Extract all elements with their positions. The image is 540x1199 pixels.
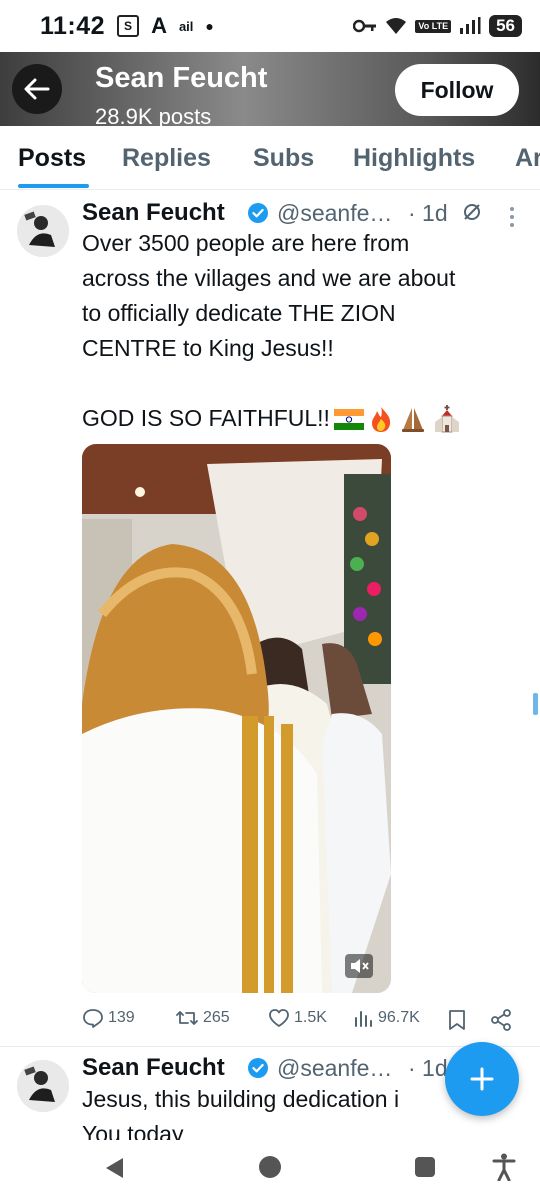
tweet-text-line: across the villages and we are about: [82, 265, 456, 291]
share-icon[interactable]: [490, 1009, 512, 1031]
back-button[interactable]: [12, 64, 62, 114]
verified-badge-icon: [248, 203, 268, 223]
tweet-author-handle[interactable]: @seanfe…: [277, 1055, 392, 1082]
follow-button[interactable]: Follow: [395, 64, 519, 116]
nav-recents-icon[interactable]: [414, 1156, 436, 1178]
bookmark-icon[interactable]: [447, 1009, 467, 1031]
tweet-text-line: CENTRE to King Jesus!!: [82, 335, 334, 361]
tweet-author-name[interactable]: Sean Feucht: [82, 1054, 225, 1082]
heart-icon: [269, 1009, 289, 1027]
avatar[interactable]: [17, 205, 69, 257]
folded-hands-icon: [401, 407, 424, 432]
tweet-author-handle[interactable]: @seanfe…: [277, 200, 392, 227]
scroll-indicator[interactable]: [533, 693, 538, 715]
tweet-text: Over 3500 people are here from across th…: [82, 226, 522, 436]
video-frame: [82, 444, 391, 993]
volte-icon: Vo LTE: [415, 19, 452, 33]
signal-icon: [459, 17, 481, 35]
views-button[interactable]: 96.7K: [354, 1008, 420, 1028]
repost-icon: [176, 1011, 198, 1025]
tweet-author-name[interactable]: Sean Feucht: [82, 199, 225, 227]
tab-active-indicator: [18, 184, 89, 188]
profile-tabs: Posts Replies Subs Highlights Ar: [0, 126, 540, 190]
tab-highlights[interactable]: Highlights: [353, 144, 475, 173]
nav-home-icon[interactable]: [258, 1155, 282, 1179]
church-icon: [434, 404, 459, 432]
reply-count: 139: [108, 1009, 135, 1026]
tweet-text-line: Over 3500 people are here from: [82, 230, 410, 256]
wifi-icon: [385, 17, 407, 35]
repost-count: 265: [203, 1009, 230, 1026]
grok-icon[interactable]: [462, 202, 482, 222]
profile-header: Sean Feucht 28.9K posts Follow: [0, 52, 540, 126]
repost-button[interactable]: 265: [175, 1008, 230, 1028]
more-options-icon[interactable]: [508, 206, 516, 228]
verified-badge-icon: [248, 1058, 268, 1078]
status-bar: 11:42 S A ail ● Vo LTE 56: [0, 0, 540, 52]
fire-icon: [371, 406, 391, 432]
tweet-timestamp[interactable]: · 1d: [408, 200, 448, 227]
mute-icon[interactable]: [345, 954, 373, 978]
compose-button[interactable]: [445, 1042, 519, 1116]
header-title: Sean Feucht: [95, 62, 268, 94]
tweet-actions: 139 265 1.5K 96.7K: [82, 1008, 522, 1034]
nav-back-icon[interactable]: [103, 1156, 125, 1180]
status-time: 11:42: [40, 11, 106, 40]
tweet-video[interactable]: [82, 444, 391, 993]
a-logo-icon: A: [151, 13, 167, 38]
header-post-count: 28.9K posts: [95, 104, 212, 126]
avatar[interactable]: [17, 1060, 69, 1112]
tweet-timestamp[interactable]: · 1d: [408, 1055, 448, 1082]
like-button[interactable]: 1.5K: [268, 1008, 327, 1028]
india-flag-icon: [333, 408, 364, 430]
accessibility-icon[interactable]: [492, 1153, 516, 1181]
system-nav-bar: [0, 1140, 540, 1199]
views-icon: [355, 1011, 372, 1027]
plus-icon: [470, 1067, 494, 1091]
tab-articles[interactable]: Ar: [515, 144, 540, 173]
like-count: 1.5K: [294, 1009, 327, 1026]
reply-icon: [83, 1009, 103, 1028]
tab-replies[interactable]: Replies: [122, 144, 211, 173]
reply-button[interactable]: 139: [82, 1008, 135, 1028]
s-box-icon: S: [117, 15, 140, 37]
arrow-left-icon: [24, 78, 50, 100]
tab-subs[interactable]: Subs: [253, 144, 314, 173]
tweet-divider: [0, 1046, 540, 1047]
view-count: 96.7K: [378, 1009, 420, 1026]
tab-posts[interactable]: Posts: [18, 144, 86, 173]
dot-icon: ●: [205, 18, 214, 34]
tweet-text-line: You today: [82, 1121, 184, 1140]
signal-small-icon: ail: [178, 18, 194, 34]
tweet-text-line: to officially dedicate THE ZION: [82, 300, 396, 326]
key-icon: [353, 19, 377, 33]
battery-indicator: 56: [489, 15, 522, 37]
tweet-text-line: GOD IS SO FAITHFUL!!: [82, 405, 330, 431]
